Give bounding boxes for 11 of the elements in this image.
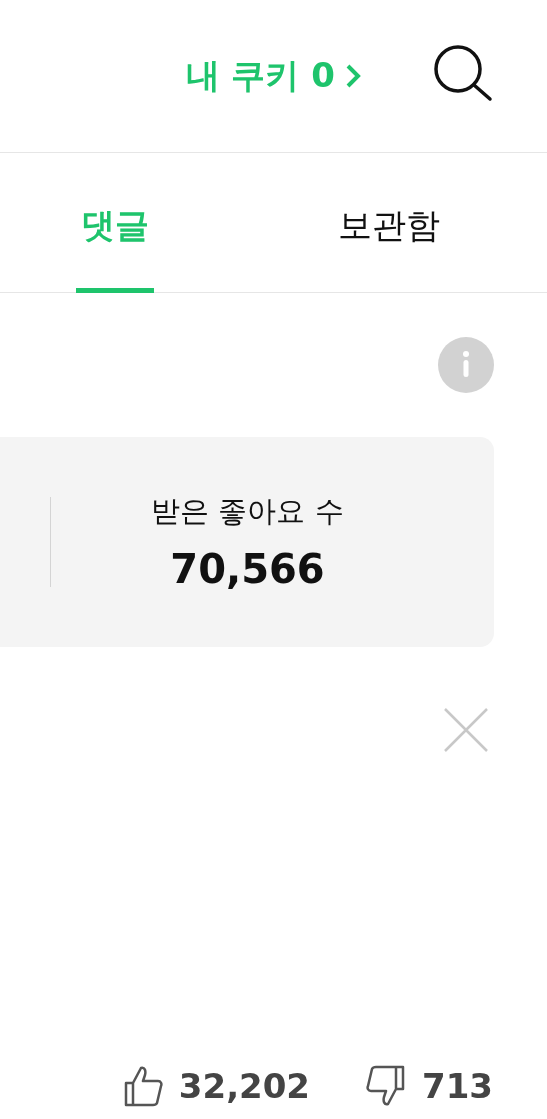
stat-label: 받은 좋아요 수	[151, 493, 344, 530]
cookie-link[interactable]: 내 쿠키 0	[185, 53, 361, 99]
tab[interactable]: 보관함	[230, 153, 547, 292]
chevron-icon	[345, 63, 361, 89]
tab[interactable]: 댓글	[0, 153, 230, 292]
like-count: 32,202	[178, 1066, 310, 1106]
search-icon[interactable]	[431, 43, 495, 103]
stat-value: 70,566	[170, 546, 325, 592]
thumbs-up-icon[interactable]	[122, 1065, 163, 1107]
thumbs-down-icon[interactable]	[366, 1065, 406, 1107]
dislike-count: 713	[422, 1066, 493, 1106]
